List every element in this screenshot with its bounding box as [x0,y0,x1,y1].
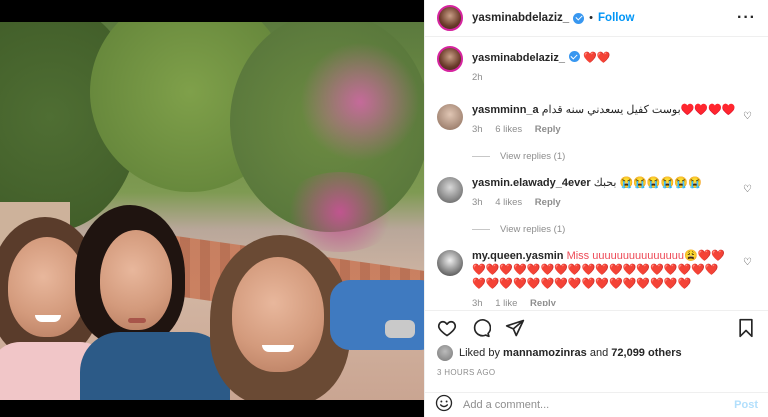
reply-button[interactable]: Reply [535,197,561,208]
commenter-avatar[interactable] [437,104,463,130]
comment-likes[interactable]: 4 likes [495,197,522,208]
liker-avatar[interactable] [437,345,453,361]
comment-time: 3h [472,298,483,306]
follow-button[interactable]: Follow [598,12,634,24]
separator-dot: • [589,12,594,24]
comment-row: yasmin.elawady_4ever بحبك 😭😭😭😭😭😭 3h 4 li… [437,176,756,210]
post-photo[interactable] [0,22,424,400]
like-comment-heart-icon[interactable]: ♡ [743,257,752,268]
comment-text: بوست كفيل يسعدني سنه قدام♥️♥️♥️♥️ [541,104,736,116]
view-replies-label: View replies (1) [500,224,566,235]
comment-likes[interactable]: 6 likes [495,124,522,135]
like-heart-icon[interactable] [435,316,459,340]
liker-username[interactable]: mannamozinras [503,347,587,359]
author-username[interactable]: yasminabdelaziz_ [472,12,569,24]
comment-row: my.queen.yasmin Miss uuuuuuuuuuuuuuu😩❤️❤… [437,249,756,306]
author-avatar[interactable] [437,5,463,31]
comment-bubble-icon[interactable] [469,316,493,340]
comment-time: 3h [472,197,483,208]
caption-username[interactable]: yasminabdelaziz_ [472,52,565,64]
view-replies-label: View replies (1) [500,151,566,162]
comments-list: yasminabdelaziz_ ❤️❤️ 2h yasmminn_a بوست… [425,38,768,306]
comment-text: بحبك 😭😭😭😭😭😭 [593,177,702,189]
view-replies-button[interactable]: View replies (1) [472,151,756,162]
caption-time: 2h [472,72,483,83]
instagram-post-view: yasminabdelaziz_ • Follow ··· yasminabde… [0,0,768,417]
emoji-icon[interactable] [435,394,453,417]
like-comment-heart-icon[interactable]: ♡ [743,184,752,195]
post-side-panel: yasminabdelaziz_ • Follow ··· yasminabde… [424,0,768,417]
likes-middle: and [589,347,609,359]
post-comment-button[interactable]: Post [734,399,758,411]
caption-row: yasminabdelaziz_ ❤️❤️ 2h [437,46,756,85]
likes-prefix: Liked by [459,347,500,359]
comment-username[interactable]: my.queen.yasmin [472,250,564,262]
verified-badge-icon [573,12,585,24]
post-header: yasminabdelaziz_ • Follow ··· [425,0,768,37]
verified-badge-icon [568,51,580,62]
add-comment-bar: Post [425,392,768,417]
commenter-avatar[interactable] [437,250,463,276]
bookmark-icon[interactable] [734,316,758,340]
post-photo-area [0,0,424,417]
view-replies-button[interactable]: View replies (1) [472,224,756,235]
like-comment-heart-icon[interactable]: ♡ [743,111,752,122]
comment-likes[interactable]: 1 like [495,298,517,306]
caption-avatar[interactable] [437,46,463,72]
comment-username[interactable]: yasmminn_a [472,104,539,116]
share-paper-plane-icon[interactable] [503,316,527,340]
reply-button[interactable]: Reply [530,298,556,306]
post-actions-bar [425,310,768,344]
caption-text: ❤️❤️ [583,52,611,64]
likes-summary: Liked by mannamozinras and 72,099 others [437,345,756,361]
likes-count[interactable]: 72,099 others [611,347,681,359]
comment-time: 3h [472,124,483,135]
comment-row: yasmminn_a بوست كفيل يسعدني سنه قدام♥️♥️… [437,103,756,137]
add-comment-input[interactable] [463,399,735,411]
more-horizontal-icon[interactable]: ··· [737,9,756,27]
comment-username[interactable]: yasmin.elawady_4ever [472,177,591,189]
post-timestamp[interactable]: 3 HOURS AGO [437,368,495,377]
commenter-avatar[interactable] [437,177,463,203]
reply-button[interactable]: Reply [535,124,561,135]
